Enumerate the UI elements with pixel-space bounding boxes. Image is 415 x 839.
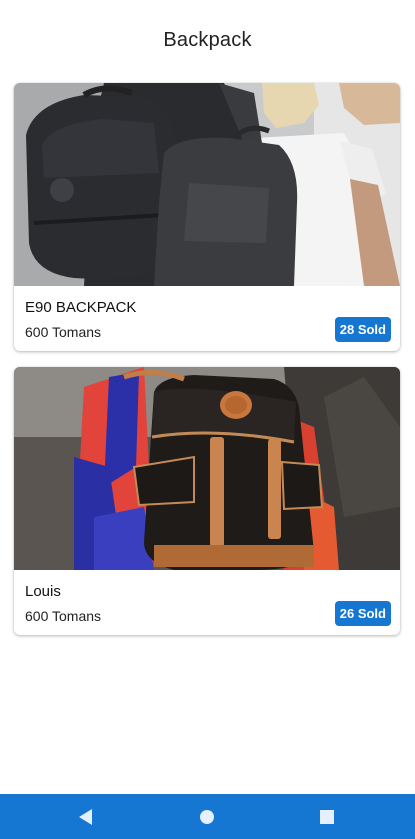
back-button[interactable] bbox=[55, 794, 115, 839]
sold-count-badge: 26 Sold bbox=[334, 601, 391, 626]
recent-apps-button[interactable] bbox=[297, 794, 357, 839]
app-bar: Backpack bbox=[0, 0, 415, 80]
home-button[interactable] bbox=[177, 794, 237, 839]
product-image[interactable] bbox=[14, 83, 400, 286]
recent-apps-icon bbox=[320, 809, 334, 824]
sold-count-badge: 28 Sold bbox=[334, 317, 391, 342]
system-navigation-bar bbox=[0, 794, 415, 839]
product-price: 600 Tomans bbox=[25, 608, 102, 624]
page-title: Backpack bbox=[163, 28, 252, 51]
back-icon bbox=[78, 808, 92, 825]
product-title: Louis bbox=[25, 583, 61, 600]
product-card-louis[interactable]: Louis 600 Tomans 26 Sold bbox=[14, 367, 400, 635]
product-image[interactable] bbox=[14, 367, 400, 570]
home-icon bbox=[200, 809, 214, 824]
product-title: E90 BACKPACK bbox=[25, 299, 137, 316]
product-card-e90-backpack[interactable]: E90 BACKPACK 600 Tomans 28 Sold bbox=[14, 83, 400, 351]
product-price: 600 Tomans bbox=[25, 324, 102, 340]
